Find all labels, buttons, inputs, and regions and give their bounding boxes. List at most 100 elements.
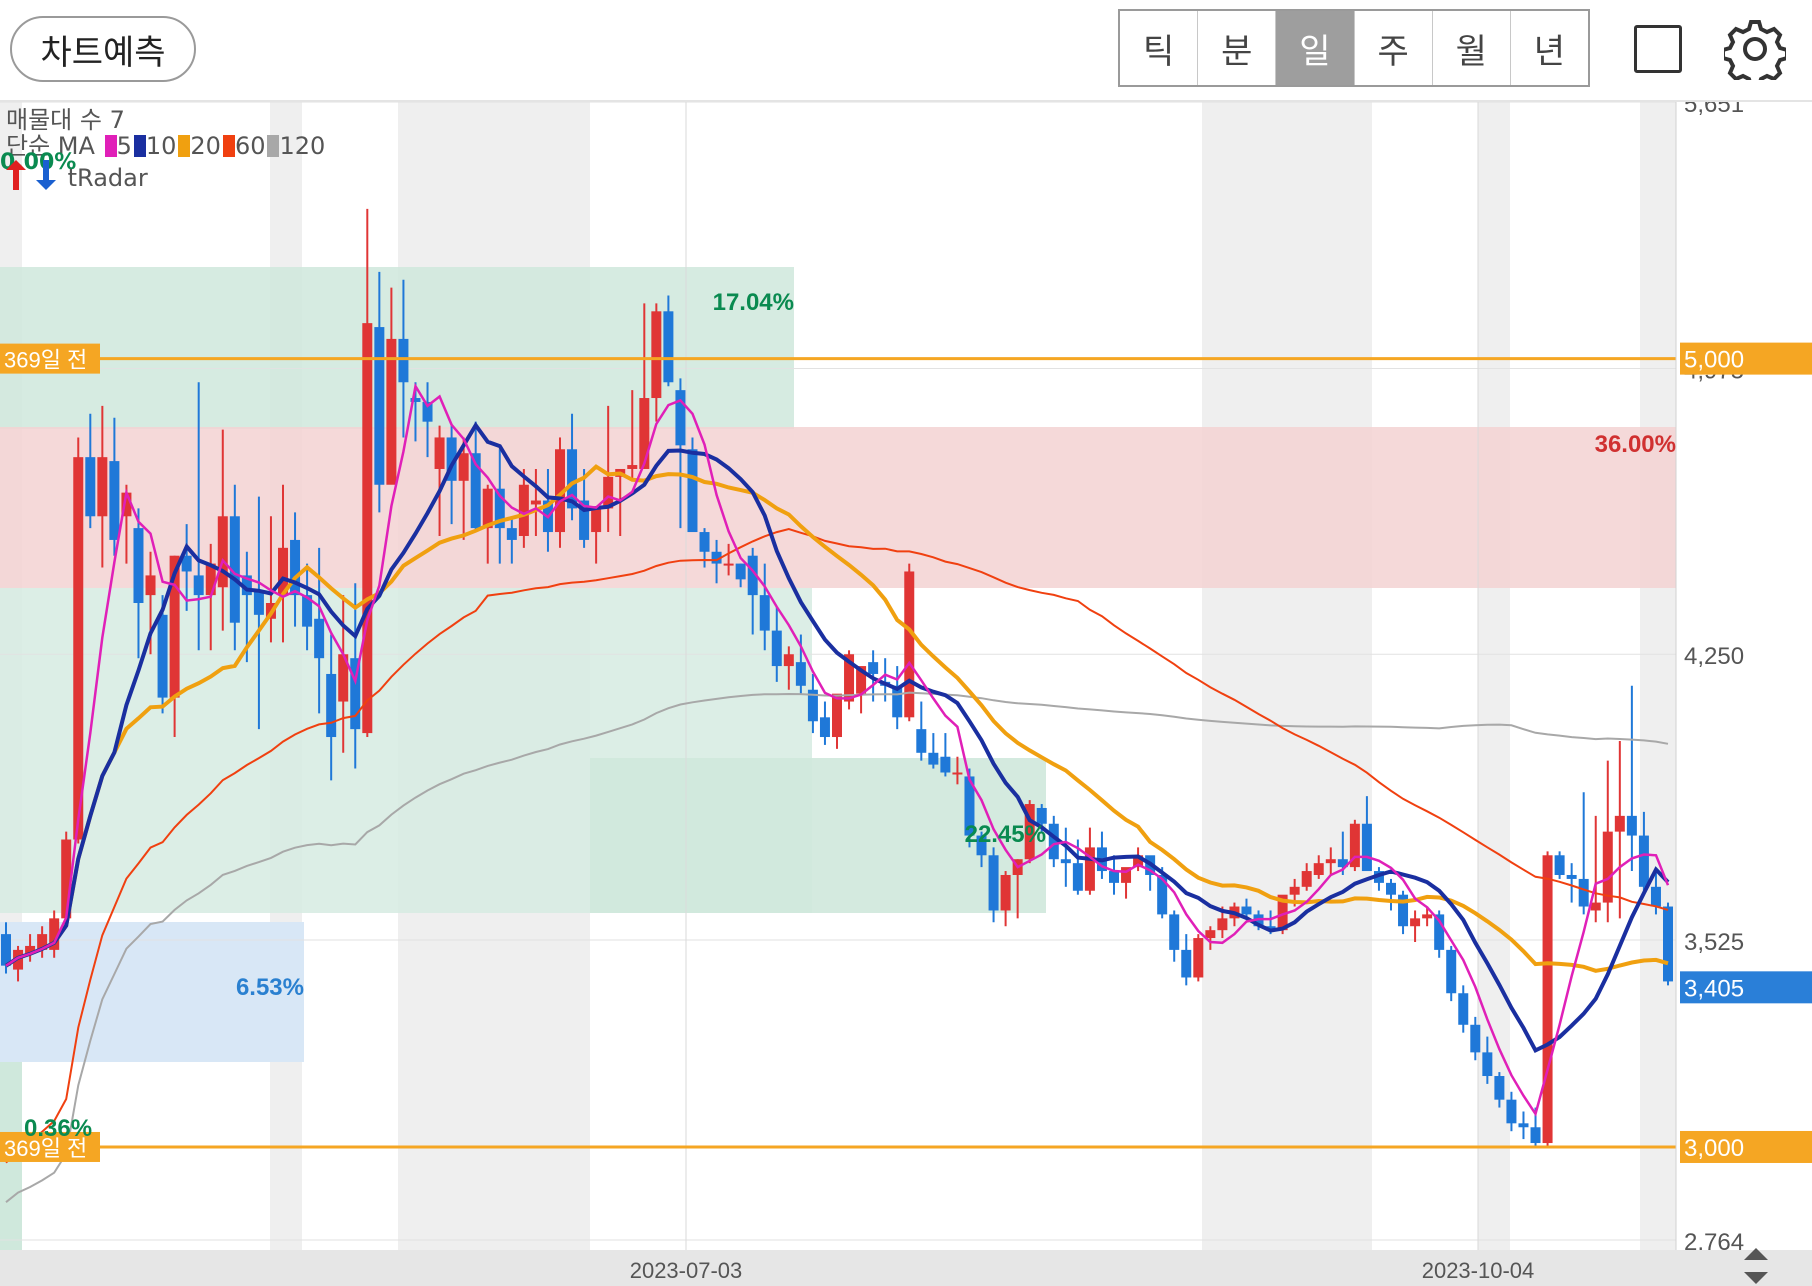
period-tab-2[interactable]: 일 xyxy=(1276,11,1355,85)
candle-body-16 xyxy=(193,575,204,596)
candle-body-118 xyxy=(1422,914,1433,919)
bg-band-3 xyxy=(1478,102,1510,1250)
candle-body-130 xyxy=(1566,874,1577,879)
gear-icon[interactable] xyxy=(1721,18,1789,88)
candle-body-0 xyxy=(1,934,11,966)
zone-green-1 xyxy=(0,267,794,429)
candle-body-13 xyxy=(157,614,168,698)
candle-body-77 xyxy=(928,752,939,765)
axis-level-text-1: 3,000 xyxy=(1684,1135,1744,1162)
ma-swatch-60 xyxy=(222,135,235,157)
price-axis-bg xyxy=(1676,102,1812,1250)
candle-body-83 xyxy=(1000,874,1011,911)
candle-body-43 xyxy=(518,484,529,536)
candle-body-55 xyxy=(663,311,674,383)
candle-body-99 xyxy=(1193,938,1204,978)
candle-body-52 xyxy=(627,465,638,469)
price-tick-2: 4,250 xyxy=(1684,643,1744,670)
candle-body-38 xyxy=(458,453,469,481)
candle-body-134 xyxy=(1614,815,1625,832)
candle-body-56 xyxy=(675,390,686,446)
period-tab-4[interactable]: 월 xyxy=(1433,11,1511,85)
ma-swatch-5 xyxy=(104,135,117,157)
candle-body-125 xyxy=(1506,1099,1517,1124)
candle-body-133 xyxy=(1602,831,1613,903)
ma-swatch-20 xyxy=(178,135,191,157)
candle-body-126 xyxy=(1518,1123,1529,1128)
ma-swatch-120 xyxy=(267,135,280,157)
candle-body-36 xyxy=(434,437,445,469)
ma-swatch-10 xyxy=(133,135,146,157)
candle-body-123 xyxy=(1482,1052,1493,1077)
candle-body-122 xyxy=(1470,1024,1481,1053)
current-price-label: 3,405 xyxy=(1684,975,1744,1002)
candle-body-129 xyxy=(1554,855,1565,875)
candle-body-49 xyxy=(591,508,602,533)
candle-body-97 xyxy=(1169,914,1180,950)
zone-pct-2: 22.45% xyxy=(965,821,1046,848)
candle-body-24 xyxy=(290,539,301,596)
candle-body-12 xyxy=(145,575,156,596)
level-tag-label-0: 369일 전 xyxy=(4,348,87,373)
date-tick-0: 2023-07-03 xyxy=(630,1258,743,1283)
candle-body-128 xyxy=(1542,855,1553,1144)
candle-body-32 xyxy=(386,338,397,485)
candle-body-69 xyxy=(832,693,842,738)
candle-body-108 xyxy=(1301,871,1312,887)
candle-body-60 xyxy=(723,563,734,566)
candle-body-101 xyxy=(1217,918,1228,931)
candle-body-26 xyxy=(314,618,325,659)
candle-body-30 xyxy=(362,323,373,734)
candle-body-61 xyxy=(735,563,746,580)
candle-body-120 xyxy=(1446,949,1457,994)
candle-body-72 xyxy=(868,662,879,674)
candle-body-82 xyxy=(988,855,999,911)
date-axis-bg xyxy=(0,1250,1812,1286)
chart-predict-button[interactable]: 차트예측 xyxy=(10,16,196,82)
period-tab-5[interactable]: 년 xyxy=(1511,11,1588,85)
bg-band-4 xyxy=(1640,102,1676,1250)
candle-body-7 xyxy=(85,457,96,517)
chart-area[interactable]: 369일 전5,000369일 전3,00017.04%36.00%22.45%… xyxy=(0,102,1812,1286)
candle-body-110 xyxy=(1325,859,1336,864)
period-tab-0[interactable]: 틱 xyxy=(1120,11,1199,85)
candlestick-chart[interactable]: 369일 전5,000369일 전3,00017.04%36.00%22.45%… xyxy=(0,102,1812,1286)
candle-body-132 xyxy=(1590,902,1601,911)
zone-pct-1: 36.00% xyxy=(1595,431,1676,458)
radar-label: tRadar xyxy=(67,164,148,192)
period-tab-1[interactable]: 분 xyxy=(1198,11,1277,85)
candle-body-8 xyxy=(97,457,108,517)
candle-body-27 xyxy=(326,673,337,738)
top-toolbar: 차트예측 틱분일주월년 xyxy=(0,0,1812,102)
price-tick-3: 3,525 xyxy=(1684,929,1744,956)
radar-legend: tRadar xyxy=(0,160,148,198)
candle-body-136 xyxy=(1638,835,1649,887)
period-tab-3[interactable]: 주 xyxy=(1355,11,1433,85)
ma-period-60: 60 xyxy=(234,132,266,160)
date-tick-1: 2023-10-04 xyxy=(1422,1258,1535,1283)
candle-body-78 xyxy=(940,756,951,773)
candle-body-115 xyxy=(1386,882,1396,895)
candle-body-117 xyxy=(1410,918,1421,927)
ma-period-20: 20 xyxy=(190,132,221,160)
candle-body-135 xyxy=(1626,815,1637,836)
axis-level-text-0: 5,000 xyxy=(1684,347,1744,374)
candle-body-53 xyxy=(639,398,650,469)
candle-body-63 xyxy=(759,595,770,631)
candle-body-107 xyxy=(1289,886,1300,895)
candle-body-42 xyxy=(506,528,517,540)
zone-pct-0: 17.04% xyxy=(713,289,794,316)
candle-body-33 xyxy=(398,338,409,383)
candle-body-98 xyxy=(1181,949,1192,978)
candle-body-54 xyxy=(651,311,662,399)
candle-body-58 xyxy=(699,532,710,552)
candle-body-137 xyxy=(1650,886,1661,907)
candle-body-127 xyxy=(1530,1127,1541,1144)
candle-body-113 xyxy=(1361,823,1372,872)
candle-body-92 xyxy=(1109,871,1119,883)
square-fullscreen-icon[interactable] xyxy=(1634,25,1682,73)
candle-body-96 xyxy=(1157,874,1168,915)
candle-body-21 xyxy=(253,591,264,615)
zone-pct-4: 0.36% xyxy=(24,1115,92,1142)
candle-body-131 xyxy=(1578,878,1589,907)
